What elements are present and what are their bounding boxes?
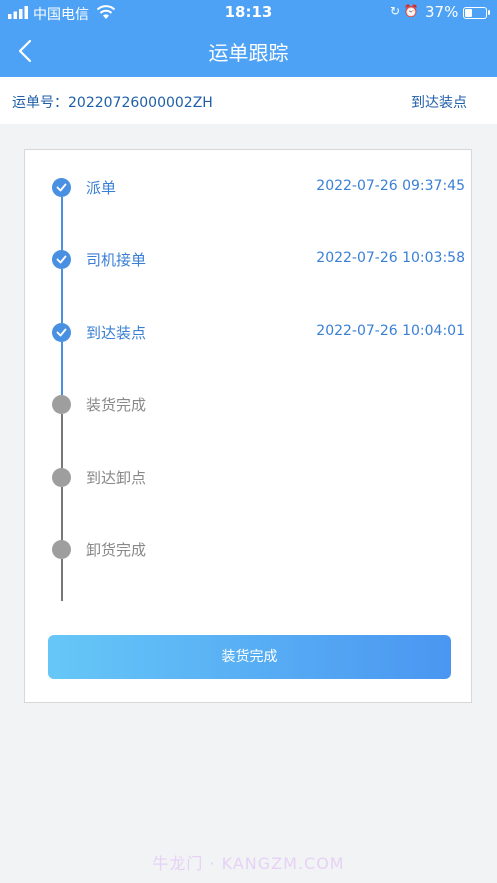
step-label: 装货完成 <box>86 396 147 415</box>
header: 中国电信 18:13 ↻ ⏰ 37% 运单跟踪 <box>0 0 497 77</box>
timeline-connector <box>61 341 63 396</box>
step-label: 派单 <box>86 179 117 197</box>
battery-icon <box>463 7 487 19</box>
check-circle-icon <box>52 322 71 342</box>
battery-tip <box>488 10 490 15</box>
page-title: 运单跟踪 <box>208 41 289 65</box>
timeline-connector <box>61 197 63 251</box>
timeline-connector <box>61 414 63 468</box>
step-label: 到达卸点 <box>86 468 147 487</box>
timeline-connector <box>61 559 63 601</box>
step-label: 卸货完成 <box>86 541 147 559</box>
pending-dot-icon <box>52 467 71 487</box>
watermark: 牛龙门 · KANGZM.COM <box>152 854 345 873</box>
check-circle-icon <box>52 178 71 197</box>
battery-level <box>465 9 473 17</box>
loading-complete-button[interactable]: 装货完成 <box>48 635 451 679</box>
status-time: 18:13 <box>224 3 273 21</box>
step-time: 2022-07-26 10:04:01 <box>316 322 465 339</box>
step-label: 到达装点 <box>86 323 147 342</box>
step-time: 2022-07-26 09:37:45 <box>316 178 465 194</box>
order-info-bar: 运单号：20220726000002ZH 到达装点 <box>0 77 497 124</box>
order-status: 到达装点 <box>411 95 467 111</box>
battery-percentage: 37% <box>425 3 459 21</box>
check-circle-icon <box>52 250 71 270</box>
timeline-connector <box>61 486 63 540</box>
step-label: 司机接单 <box>86 251 147 270</box>
tracking-card: 派单 2022-07-26 09:37:45 司机接单 2022-07-26 10:0… <box>24 149 472 703</box>
step-time: 2022-07-26 10:03:58 <box>316 250 465 267</box>
waybill-number: 运单号：20220726000002ZH <box>12 95 213 111</box>
pending-dot-icon <box>52 540 71 559</box>
pending-dot-icon <box>52 395 71 415</box>
timeline-connector <box>61 269 63 323</box>
orientation-lock-icon: ↻ <box>390 4 401 18</box>
alarm-icon: ⏰ <box>403 4 419 18</box>
status-bar: 中国电信 18:13 ↻ ⏰ 37% <box>0 0 497 26</box>
nav-bar: 运单跟踪 <box>0 26 497 77</box>
